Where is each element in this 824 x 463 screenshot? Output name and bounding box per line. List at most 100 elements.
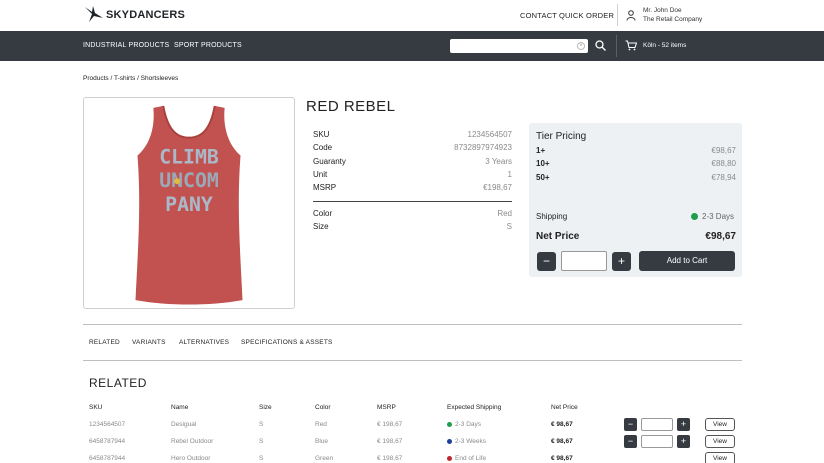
logo[interactable]: SKYDANCERS [83,4,185,26]
attribute-row-size: Size S [313,222,512,234]
spec-value: 1234564507 [467,130,513,139]
spec-label: Code [313,143,333,152]
column-header: Name [171,404,189,411]
attribute-value: S [506,222,512,231]
tier-row: 50+ €78,94 [536,173,736,184]
user-icon[interactable] [626,10,636,21]
view-button[interactable]: View [705,435,735,448]
cell-msrp: € 198,67 [377,421,403,428]
quantity-decrease-button[interactable]: − [624,418,637,431]
tier-row: 1+ €98,67 [536,146,736,157]
logo-text: SKYDANCERS [106,9,186,21]
clear-search-icon[interactable]: × [577,42,585,50]
tier-quantity: 50+ [536,173,550,182]
cell-net-price: € 98,67 [551,438,573,445]
column-header: MSRP [377,404,396,411]
search-icon[interactable] [595,40,606,51]
tier-quantity: 1+ [536,146,546,155]
tier-row: 10+ €88,80 [536,159,736,170]
attribute-label: Size [313,222,329,231]
cell-msrp: € 198,67 [377,455,403,462]
divider [83,324,742,325]
tab-related[interactable]: RELATED [89,339,120,346]
tier-price: €78,94 [711,173,736,182]
attribute-value: Red [497,209,512,218]
net-price-value: €98,67 [705,231,736,242]
cell-color: Red [315,421,327,428]
tab-specifications-assets[interactable]: SPECIFICATIONS & ASSETS [241,339,333,346]
product-image[interactable]: CLIMB UNCOM PANY [83,97,295,309]
quantity-increase-button[interactable]: + [612,252,631,271]
cell-name[interactable]: Hero Outdoor [171,455,210,462]
view-button[interactable]: View [705,452,735,463]
quantity-input[interactable] [561,251,607,271]
product-title: RED REBEL [306,98,396,115]
spec-value: 8732897974923 [454,143,512,152]
tab-variants[interactable]: VARIANTS [132,339,166,346]
spec-value: €198,67 [483,183,512,192]
cell-shipping: 2-3 Weeks [455,438,486,445]
cell-sku: 1234564507 [89,421,126,428]
user-company: The Retail Company [643,16,703,23]
spec-label: SKU [313,130,330,139]
contact-link[interactable]: CONTACT [520,11,557,20]
attribute-row-color: Color Red [313,209,512,221]
cart-summary[interactable]: Köln - 52 items [643,42,686,49]
cell-size: S [259,421,264,428]
shipping-value: 2-3 Days [702,212,735,221]
tier-pricing-title: Tier Pricing [536,131,587,142]
spec-label: Unit [313,170,328,179]
cart-icon[interactable] [625,40,637,51]
column-header: SKU [89,404,103,411]
tier-quantity: 10+ [536,159,550,168]
nav-sport-products[interactable]: SPORT PRODUCTS [174,42,242,49]
divider [313,201,512,202]
spec-row-unit: Unit 1 [313,170,512,182]
cell-size: S [259,455,264,462]
shipping-label: Shipping [536,212,568,221]
cell-size: S [259,438,264,445]
column-header: Expected Shipping [447,404,502,411]
quick-order-link[interactable]: QUICK ORDER [559,11,614,20]
shirt-print-line-1: CLIMB [159,145,219,168]
main-nav: INDUSTRIAL PRODUCTS SPORT PRODUCTS × [0,31,824,61]
tab-alternatives[interactable]: ALTERNATIVES [179,339,229,346]
spec-value: 3 Years [485,157,512,166]
related-section-title: RELATED [89,376,147,390]
spec-row-code: Code 8732897974923 [313,143,512,155]
tier-price: €88,80 [711,159,736,168]
quantity-decrease-button[interactable]: − [624,435,637,448]
search-input[interactable]: × [450,39,588,53]
cell-color: Blue [315,438,329,445]
cell-msrp: € 198,67 [377,438,403,445]
divider [617,4,618,26]
add-to-cart-button[interactable]: Add to Cart [639,251,735,271]
attribute-label: Color [313,209,333,218]
cell-net-price: € 98,67 [551,421,573,428]
quantity-decrease-button[interactable]: − [537,252,556,271]
shirt-print-line-3: PANY [165,193,213,216]
cell-name[interactable]: Rebel Outdoor [171,438,213,445]
cell-name[interactable]: Desigual [171,421,196,428]
logo-bird-icon [85,6,103,22]
spec-label: Guaranty [313,157,346,166]
tier-price: €98,67 [711,146,736,155]
divider [83,360,742,361]
view-button[interactable]: View [705,418,735,431]
column-header: Size [259,404,272,411]
quantity-input[interactable] [641,435,673,448]
quantity-increase-button[interactable]: + [677,435,690,448]
breadcrumb[interactable]: Products / T-shirts / Shortsleeves [83,75,178,82]
cell-sku: 6458787944 [89,455,126,462]
quantity-input[interactable] [641,418,673,431]
shipping-status-dot [447,422,452,427]
nav-industrial-products[interactable]: INDUSTRIAL PRODUCTS [83,42,169,49]
user-name[interactable]: Mr. John Doe [643,7,682,14]
shipping-status-dot [691,213,698,220]
cell-color: Green [315,455,334,462]
shirt-print-line-2: UNCOM [159,169,219,192]
shipping-status-dot [447,439,452,444]
quantity-increase-button[interactable]: + [677,418,690,431]
cell-shipping: End of Life [455,455,487,462]
spec-label: MSRP [313,183,337,192]
